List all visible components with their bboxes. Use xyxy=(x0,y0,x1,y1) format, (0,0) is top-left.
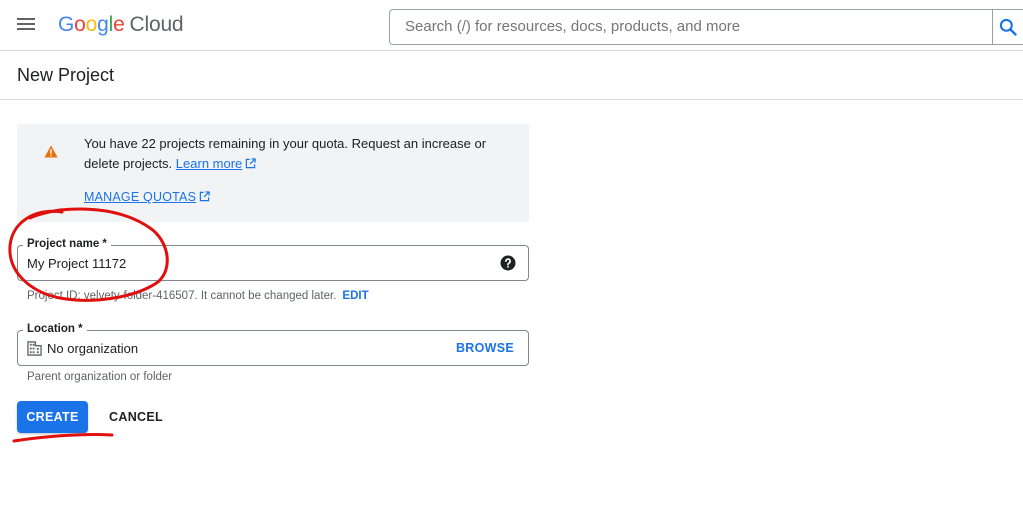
project-name-label: Project name * xyxy=(23,238,111,250)
project-name-field[interactable] xyxy=(17,245,529,281)
external-link-icon xyxy=(199,191,210,202)
quota-message: You have 22 projects remaining in your q… xyxy=(84,134,504,174)
edit-project-id-button[interactable]: EDIT xyxy=(342,290,368,302)
manage-quotas-label: MANAGE QUOTAS xyxy=(84,190,197,204)
search-input[interactable] xyxy=(405,18,985,35)
location-value: No organization xyxy=(47,341,139,356)
top-bar: Google Cloud xyxy=(0,0,1023,51)
location-label: Location * xyxy=(23,323,87,335)
quota-text: You have 22 projects remaining in your q… xyxy=(84,136,487,171)
quota-banner: You have 22 projects remaining in your q… xyxy=(17,124,529,222)
search-icon xyxy=(999,18,1017,36)
building-icon xyxy=(27,341,42,356)
annotation-underline xyxy=(12,432,114,443)
logo-google: Google xyxy=(58,13,125,36)
help-icon[interactable] xyxy=(500,255,516,271)
search-box[interactable] xyxy=(389,9,1023,45)
hamburger-menu-icon[interactable] xyxy=(14,16,38,36)
external-link-icon xyxy=(246,158,256,169)
browse-button[interactable]: BROWSE xyxy=(456,341,514,355)
search-button[interactable] xyxy=(992,9,1023,45)
create-button[interactable]: CREATE xyxy=(17,401,88,433)
manage-quotas-link[interactable]: MANAGE QUOTAS xyxy=(84,190,210,204)
google-cloud-logo[interactable]: Google Cloud xyxy=(58,13,184,37)
page-header: New Project xyxy=(0,51,1023,100)
cancel-button[interactable]: CANCEL xyxy=(103,401,169,433)
project-id-text: Project ID: velvety-folder-416507. It ca… xyxy=(27,290,337,302)
project-name-input[interactable] xyxy=(27,256,467,271)
warning-icon xyxy=(44,145,58,158)
learn-more-link[interactable]: Learn more xyxy=(176,156,256,171)
learn-more-label: Learn more xyxy=(175,156,243,171)
logo-cloud: Cloud xyxy=(129,13,184,36)
page-title: New Project xyxy=(17,65,115,85)
location-field[interactable]: No organization BROWSE xyxy=(17,330,529,366)
location-hint: Parent organization or folder xyxy=(27,371,173,383)
project-id-hint: Project ID: velvety-folder-416507. It ca… xyxy=(27,290,369,302)
